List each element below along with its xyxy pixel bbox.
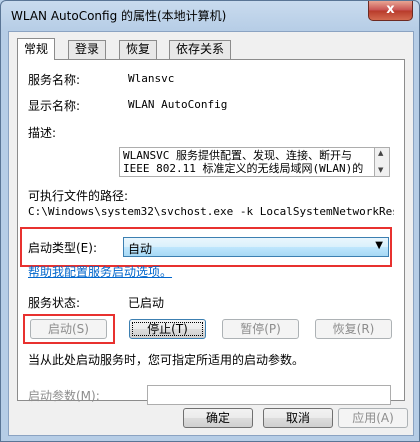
resume-button[interactable]: 恢复(R) [315,319,392,339]
pause-button[interactable]: 暂停(P) [222,319,299,339]
tab-logon[interactable]: 登录 [68,40,107,59]
description-scrollbar[interactable]: ▲ ▼ [375,147,390,177]
chevron-down-icon: ▼ [375,240,383,251]
tab-recovery[interactable]: 恢复 [119,40,158,59]
close-button[interactable]: x [368,1,413,21]
description-box[interactable]: WLANSVC 服务提供配置、发现、连接、断开与 IEEE 802.11 标准定… [119,147,375,177]
properties-window: WLAN AutoConfig 的属性(本地计算机) x 常规 登录 恢复 依存… [0,0,420,442]
help-link[interactable]: 帮助我配置服务启动选项。 [28,263,172,280]
description-line-2: IEEE 802.11 标准定义的无线局域网(WLAN)的 [123,162,364,175]
close-icon: x [386,2,395,17]
startup-type-value: 自动 [128,242,153,256]
cancel-button[interactable]: 取消 [263,408,333,428]
start-params-hint: 当从此处启动服务时，您可指定所适用的启动参数。 [28,353,305,367]
start-params-label: 启动参数(M): [28,389,100,403]
focus-ring [132,322,203,336]
startup-type-select[interactable]: 自动 ▼ [123,237,389,257]
description-line-1: WLANSVC 服务提供配置、发现、连接、断开与 [123,149,352,162]
start-button[interactable]: 启动(S) [30,319,107,339]
title-bar: WLAN AutoConfig 的属性(本地计算机) x [1,1,419,31]
startup-type-label: 启动类型(E): [28,241,97,255]
scroll-up-icon[interactable]: ▲ [378,149,383,157]
dialog-body: 常规 登录 恢复 依存关系 服务名称: Wlansvc 显示名称: WLAN A… [8,31,414,436]
scroll-down-icon[interactable]: ▼ [378,166,383,174]
display-name-label: 显示名称: [28,99,81,113]
service-name-value: Wlansvc [128,72,175,85]
service-name-label: 服务名称: [28,73,81,87]
stop-button[interactable]: 停止(T) [129,319,206,339]
general-tab-page: 服务名称: Wlansvc 显示名称: WLAN AutoConfig 描述: … [17,59,405,405]
service-status-value: 已启动 [128,296,165,310]
path-value: C:\Windows\system32\svchost.exe -k Local… [28,205,394,218]
display-name-value: WLAN AutoConfig [128,98,228,111]
start-params-input[interactable] [147,385,391,405]
service-status-label: 服务状态: [28,296,81,310]
apply-button[interactable]: 应用(A) [338,408,408,428]
path-label: 可执行文件的路径: [28,189,129,203]
tab-general[interactable]: 常规 [17,38,56,60]
description-label: 描述: [28,126,57,140]
tab-dependencies[interactable]: 依存关系 [169,40,232,59]
window-title: WLAN AutoConfig 的属性(本地计算机) [11,9,227,23]
ok-button[interactable]: 确定 [183,408,253,428]
